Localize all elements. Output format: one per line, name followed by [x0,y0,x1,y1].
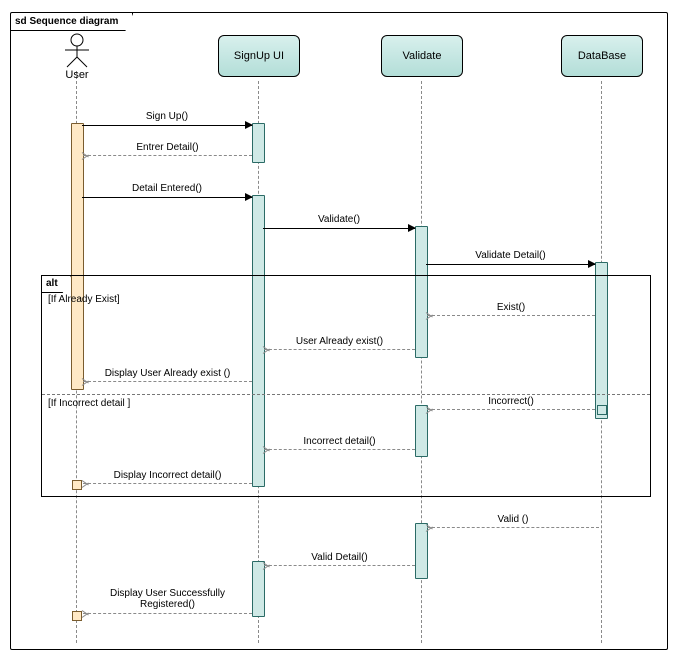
arrow-icon [82,378,90,386]
actor-icon [57,33,97,69]
msg-label: Exist() [427,302,595,313]
lifeline-database-head: DataBase [561,35,643,77]
arrow-icon [263,562,271,570]
arrow-icon [426,312,434,320]
msg-sign-up: Sign Up() [82,125,252,126]
msg-display-incorrect: Display Incorrect detail() [83,483,252,485]
msg-label: Sign Up() [82,111,252,122]
alt-label: alt [42,276,71,293]
arrow-icon [82,480,90,488]
msg-label: Display Incorrect detail() [83,470,252,481]
activation-signup-1 [252,123,265,163]
msg-label: Valid Detail() [264,552,415,563]
arrow-icon [263,346,271,354]
alt-guard-1: [If Already Exist] [48,294,120,305]
msg-valid: Valid () [427,527,599,529]
msg-exist: Exist() [427,315,595,317]
arrow-icon [245,121,253,129]
frame-title: sd Sequence diagram [11,13,133,31]
diagram-frame: sd Sequence diagram User SignUp UI Valid… [10,12,668,650]
msg-label: User Already exist() [264,336,415,347]
msg-label: Validate() [263,214,415,225]
arrow-icon [263,446,271,454]
lifeline-validate-head: Validate [381,35,463,77]
msg-enter-detail: Entrer Detail() [83,155,252,157]
arrow-icon [426,406,434,414]
msg-display-already-exist: Display User Already exist () [83,381,252,383]
msg-incorrect-detail: Incorrect detail() [264,449,415,451]
arrow-icon [408,224,416,232]
msg-label: Valid () [427,514,599,525]
msg-label: Entrer Detail() [83,142,252,153]
msg-label: Display User Successfully Registered() [83,588,252,610]
msg-label: Incorrect detail() [264,436,415,447]
msg-valid-detail: Valid Detail() [264,565,415,567]
activation-user-term-2 [72,611,82,621]
msg-detail-entered: Detail Entered() [82,197,252,198]
msg-user-already-exist: User Already exist() [264,349,415,351]
alt-separator [42,394,650,395]
arrow-icon [82,610,90,618]
arrow-icon [588,260,596,268]
msg-display-success: Display User Successfully Registered() [83,613,252,615]
msg-label: Display User Already exist () [83,368,252,379]
msg-validate: Validate() [263,228,415,229]
alt-guard-2: [If Incorrect detail ] [48,398,130,409]
msg-label: Incorrect() [427,396,595,407]
msg-validate-detail: Validate Detail() [426,264,595,265]
arrow-icon [82,152,90,160]
lifeline-signup-head: SignUp UI [218,35,300,77]
arrow-icon [426,524,434,532]
msg-label: Validate Detail() [426,250,595,261]
msg-label: Detail Entered() [82,183,252,194]
lifeline-user-label: User [47,69,107,81]
arrow-icon [245,193,253,201]
msg-incorrect: Incorrect() [427,409,595,411]
